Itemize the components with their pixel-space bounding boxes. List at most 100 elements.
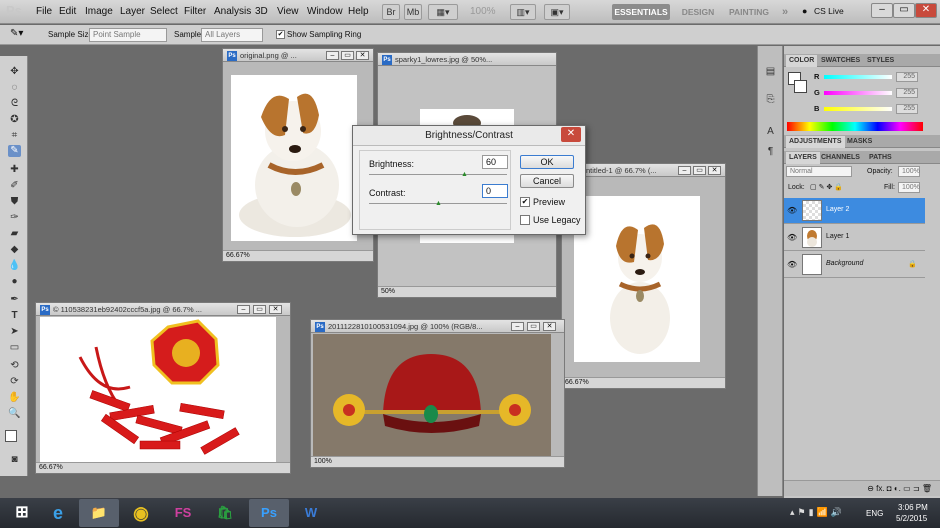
layer-row-background[interactable]: 👁 Background 🔒 xyxy=(784,252,925,278)
type-tool-icon[interactable]: T xyxy=(8,310,21,322)
arrange-documents-icon[interactable]: ▥▾ xyxy=(510,4,536,20)
extras-dropdown-icon[interactable]: ▦▾ xyxy=(428,4,458,20)
contrast-input[interactable]: 0 xyxy=(482,184,508,198)
doc-minimize-button[interactable]: – xyxy=(326,51,339,60)
blend-mode-select[interactable]: Normal xyxy=(786,166,852,177)
doc-close-button[interactable]: ✕ xyxy=(543,322,556,331)
lasso-tool-icon[interactable]: ᘓ xyxy=(8,98,21,110)
doc-zoom[interactable]: 50% xyxy=(381,288,395,295)
history-brush-tool-icon[interactable]: ✑ xyxy=(8,212,21,224)
tab-adjustments[interactable]: ADJUSTMENTS xyxy=(786,136,845,148)
start-button-icon[interactable]: ⊞ xyxy=(2,499,42,527)
eraser-tool-icon[interactable]: ▰ xyxy=(8,228,21,240)
menu-layer[interactable]: Layer xyxy=(120,6,145,17)
path-selection-tool-icon[interactable]: ➤ xyxy=(8,326,21,338)
doc-zoom[interactable]: 66.67% xyxy=(39,464,63,471)
tray-icons[interactable]: ▴⚑▮📶🔊 xyxy=(790,507,845,518)
doc-zoom[interactable]: 100% xyxy=(314,458,332,465)
doc-zoom[interactable]: 66.67% xyxy=(226,252,250,259)
pen-tool-icon[interactable]: ✒ xyxy=(8,294,21,306)
layers-bottom-bar[interactable]: ⊖ fx. ◘ ◐. ▭ ⊐ 🗑 xyxy=(784,480,940,496)
b-value[interactable]: 255 xyxy=(896,104,918,114)
tab-color[interactable]: COLOR xyxy=(786,55,818,67)
fill-input[interactable]: 100% xyxy=(898,182,920,193)
eyedropper-tool-icon[interactable]: ✎ xyxy=(8,145,21,157)
clock-date[interactable]: 5/2/2015 xyxy=(896,514,927,523)
menu-analysis[interactable]: Analysis xyxy=(214,6,251,17)
doc-close-button[interactable]: ✕ xyxy=(269,305,282,314)
tab-layers[interactable]: LAYERS xyxy=(786,152,820,164)
minimize-button[interactable]: – xyxy=(871,3,893,18)
layer-row-layer-2[interactable]: 👁 Layer 2 xyxy=(784,198,925,224)
document-window-hat[interactable]: Ps 20111228101005310​94.jpg @ 100% (RGB/8… xyxy=(310,319,565,468)
cs-live-button[interactable]: CS Live xyxy=(814,6,844,16)
color-spectrum-bar[interactable] xyxy=(787,122,923,131)
menu-image[interactable]: Image xyxy=(85,6,113,17)
workspace-painting[interactable]: PAINTING xyxy=(726,4,772,20)
document-window-chinese[interactable]: Ps © 110538231eb92402cccf5a.jpg @ 66.7% .… xyxy=(35,302,291,474)
tab-swatches[interactable]: SWATCHES xyxy=(818,55,863,67)
crop-tool-icon[interactable]: ⌗ xyxy=(8,130,21,142)
character-panel-icon[interactable]: A xyxy=(764,126,777,138)
sample-select[interactable]: All Layers xyxy=(201,28,263,42)
zoom-level[interactable]: 100% xyxy=(470,6,496,17)
menu-window[interactable]: Window xyxy=(307,6,343,17)
history-panel-icon[interactable]: ⎘ xyxy=(764,94,777,106)
g-value[interactable]: 255 xyxy=(896,88,918,98)
opacity-input[interactable]: 100% xyxy=(898,166,920,177)
doc-close-button[interactable]: ✕ xyxy=(708,166,721,175)
ok-button[interactable]: OK xyxy=(520,155,574,169)
menu-select[interactable]: Select xyxy=(150,6,178,17)
visibility-eye-icon[interactable]: 👁 xyxy=(787,206,797,215)
visibility-eye-icon[interactable]: 👁 xyxy=(787,260,797,269)
doc-minimize-button[interactable]: – xyxy=(678,166,691,175)
brightness-slider-track[interactable] xyxy=(369,174,507,175)
quick-select-tool-icon[interactable]: ✪ xyxy=(8,114,21,126)
r-value[interactable]: 255 xyxy=(896,72,918,82)
foreground-color-swatch[interactable] xyxy=(5,430,17,442)
layer-name[interactable]: Background xyxy=(826,260,863,267)
b-slider[interactable] xyxy=(824,107,892,111)
screen-mode-icon[interactable]: ▣▾ xyxy=(544,4,570,20)
doc-minimize-button[interactable]: – xyxy=(237,305,250,314)
doc-close-button[interactable]: ✕ xyxy=(356,51,369,60)
photoshop-taskbar-icon[interactable]: Ps xyxy=(249,499,289,527)
layer-row-layer-1[interactable]: 👁 Layer 1 xyxy=(784,225,925,251)
dialog-close-button[interactable]: ✕ xyxy=(561,127,581,142)
preview-checkbox[interactable]: ✔ xyxy=(520,197,530,207)
cancel-button[interactable]: Cancel xyxy=(520,174,574,188)
menu-3d[interactable]: 3D xyxy=(255,6,268,17)
brightness-slider-thumb[interactable]: ▲ xyxy=(461,171,468,178)
doc-restore-button[interactable]: ▭ xyxy=(253,305,266,314)
paint-bucket-tool-icon[interactable]: ◆ xyxy=(8,244,21,256)
restore-button[interactable]: ▭ xyxy=(893,3,915,18)
word-icon[interactable]: W xyxy=(291,499,331,527)
lock-icons[interactable]: ▢✎✥🔒 xyxy=(810,183,845,191)
menu-file[interactable]: File xyxy=(36,6,52,17)
tab-channels[interactable]: CHANNELS xyxy=(818,152,863,164)
mini-bridge-icon[interactable]: Mb xyxy=(404,4,422,20)
paragraph-panel-icon[interactable]: ¶ xyxy=(764,146,777,158)
eyedropper-preset-icon[interactable]: ✎▾ xyxy=(10,28,23,39)
workspace-design[interactable]: DESIGN xyxy=(676,4,720,20)
g-slider[interactable] xyxy=(824,91,892,95)
r-slider[interactable] xyxy=(824,75,892,79)
3d-orbit-tool-icon[interactable]: ⟳ xyxy=(8,376,21,388)
brightness-input[interactable]: 60 xyxy=(482,155,508,169)
sample-size-select[interactable]: Point Sample xyxy=(89,28,167,42)
tab-styles[interactable]: STYLES xyxy=(864,55,897,67)
doc-minimize-button[interactable]: – xyxy=(511,322,524,331)
layer-name[interactable]: Layer 2 xyxy=(826,206,849,213)
doc-zoom[interactable]: 66.67% xyxy=(565,379,589,386)
hand-tool-icon[interactable]: ✋ xyxy=(8,392,21,404)
rectangle-tool-icon[interactable]: ▭ xyxy=(8,342,21,354)
zoom-tool-icon[interactable]: 🔍 xyxy=(8,408,21,420)
healing-brush-tool-icon[interactable]: ✚ xyxy=(8,164,21,176)
fs-app-icon[interactable]: FS xyxy=(163,499,203,527)
menu-view[interactable]: View xyxy=(277,6,299,17)
clock-time[interactable]: 3:06 PM xyxy=(898,503,928,512)
mini-bridge-panel-icon[interactable]: ▤ xyxy=(764,66,777,78)
blur-tool-icon[interactable]: 💧 xyxy=(8,260,21,272)
doc-restore-button[interactable]: ▭ xyxy=(693,166,706,175)
tab-masks[interactable]: MASKS xyxy=(844,136,875,148)
